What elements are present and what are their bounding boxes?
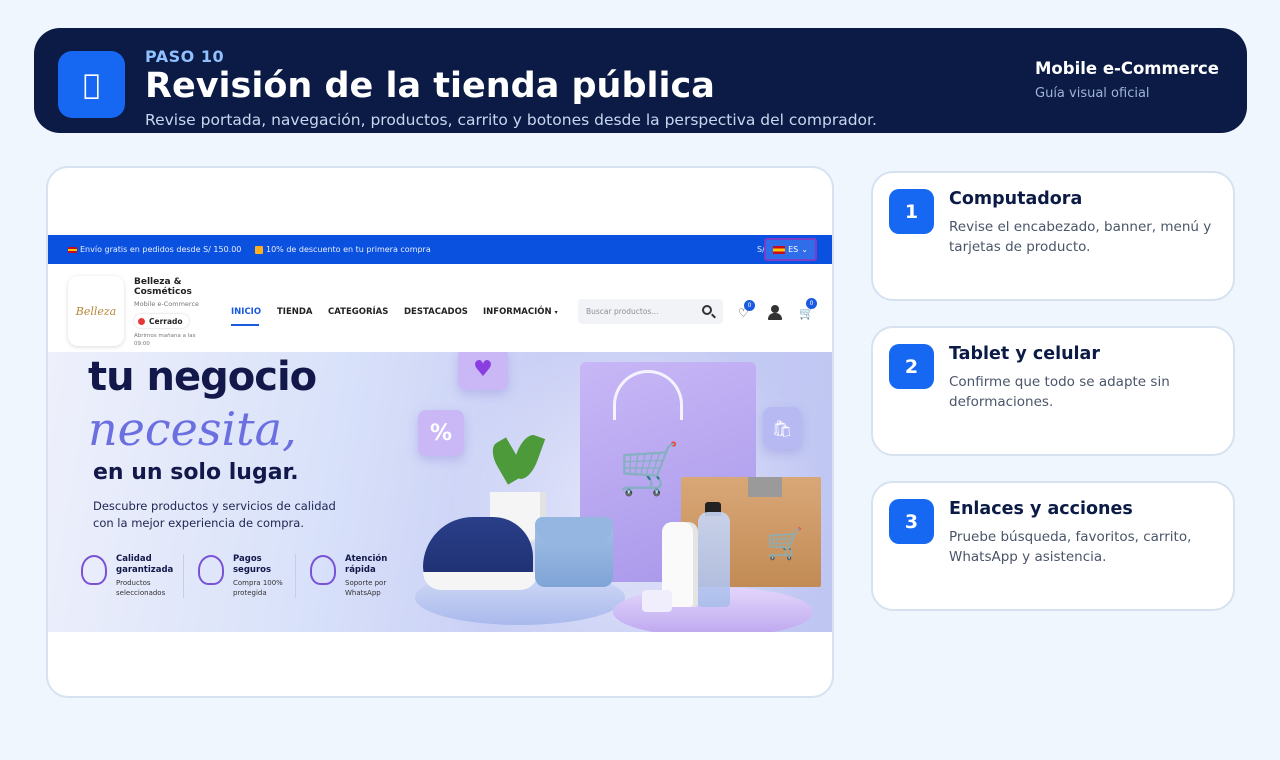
feature-title: Calidad garantizada [116,554,174,575]
store-logo[interactable]: Belleza [68,276,124,346]
cream-jar-illustration [642,590,672,612]
badge-icon [81,555,107,585]
feature-desc: Productos seleccionados [116,579,166,597]
shipping-promo: Envío gratis en pedidos desde S/ 150.00 [80,245,242,254]
header-banner:  PASO 10 Revisión de la tienda pública … [34,28,1247,133]
status-dot-icon [138,317,145,325]
discount-promo: 10% de descuento en tu primera compra [266,245,431,254]
store-navbar: Belleza Belleza & Cosméticos Mobile e-Co… [48,264,832,352]
shield-lock-icon [198,555,224,585]
cart-count-badge: 0 [806,298,817,309]
store-website: Envío gratis en pedidos desde S/ 150.00 … [48,235,832,632]
store-screenshot-card: Envío gratis en pedidos desde S/ 150.00 … [46,166,834,698]
step-card-tablet-mobile: 2 Tablet y celular Confirme que todo se … [871,326,1235,456]
step-label: PASO 10 [145,47,225,66]
feature-desc: Compra 100% protegida [233,579,283,597]
hero-line-1: tu negocio [88,354,317,400]
card-title: Tablet y celular [949,344,1100,364]
search-input[interactable]: Buscar productos... [578,299,723,324]
wishlist-count-badge: 0 [744,300,755,311]
step-card-computer: 1 Computadora Revise el encabezado, bann… [871,171,1235,301]
language-selector[interactable]: ES ⌄ [764,238,817,261]
chevron-down-icon: ⌄ [801,245,808,254]
hero-banner: tu negocio necesita, en un solo lugar. D… [48,352,832,632]
brand-subtitle: Guía visual oficial [1035,86,1150,101]
feature-title: Pagos seguros [233,554,272,575]
nav-link-informacion[interactable]: INFORMACIÓN ▾ [483,307,558,317]
opening-hours: Abrimos mañana a las 09:00 [134,333,196,347]
brand-name: Mobile e-Commerce [1035,59,1219,78]
search-icon[interactable] [702,305,712,315]
bag-bubble-icon: 🛍 [763,407,801,449]
search-placeholder: Buscar productos... [586,307,659,316]
step-number: 2 [889,344,934,389]
shipping-icon [68,246,77,253]
hero-line-3: en un solo lugar. [93,460,299,485]
store-tagline: Mobile e-Commerce [134,300,200,308]
logo-text: Belleza [75,304,117,318]
headset-icon [310,555,336,585]
nav-link-destacados[interactable]: DESTACADOS [404,307,468,317]
percent-bubble-icon: % [418,410,464,456]
dropdown-caret-icon: ▾ [554,309,558,316]
spain-flag-icon [773,245,786,254]
card-description: Revise el encabezado, banner, menú y tar… [949,219,1212,255]
heart-bubble-icon: ♥ [458,352,508,390]
status-label: Cerrado [149,316,183,326]
feature-desc: Soporte por WhatsApp [345,579,387,597]
card-description: Confirme que todo se adapte sin deformac… [949,374,1170,410]
pump-bottle-illustration [698,512,730,607]
store-icon:  [58,51,125,118]
language-label: ES [788,245,799,254]
gift-icon [255,245,263,254]
box-cart-icon: 🛒 [766,527,804,562]
status-badge: Cerrado [134,314,189,328]
store-topbar: Envío gratis en pedidos desde S/ 150.00 … [48,235,832,264]
card-description: Pruebe búsqueda, favoritos, carrito, Wha… [949,529,1192,565]
step-number: 1 [889,189,934,234]
active-nav-underline [231,324,259,326]
card-title: Computadora [949,189,1083,209]
hero-description: Descubre productos y servicios de calida… [93,499,336,530]
card-title: Enlaces y acciones [949,499,1133,519]
user-icon[interactable] [768,305,782,320]
cart-illustration-icon: 🛒 [618,440,681,498]
step-number: 3 [889,499,934,544]
feature-title: Atención rápida [345,554,388,575]
nav-link-categorias[interactable]: CATEGORÍAS [328,307,388,317]
step-card-links-actions: 3 Enlaces y acciones Pruebe búsqueda, fa… [871,481,1235,611]
nav-link-inicio[interactable]: INICIO [231,307,261,317]
nav-link-tienda[interactable]: TIENDA [277,307,313,317]
page-title: Revisión de la tienda pública [145,66,715,106]
store-name: Belleza & Cosméticos [134,277,192,297]
page-subtitle: Revise portada, navegación, productos, c… [145,111,877,129]
hero-line-2: necesita, [88,402,297,456]
